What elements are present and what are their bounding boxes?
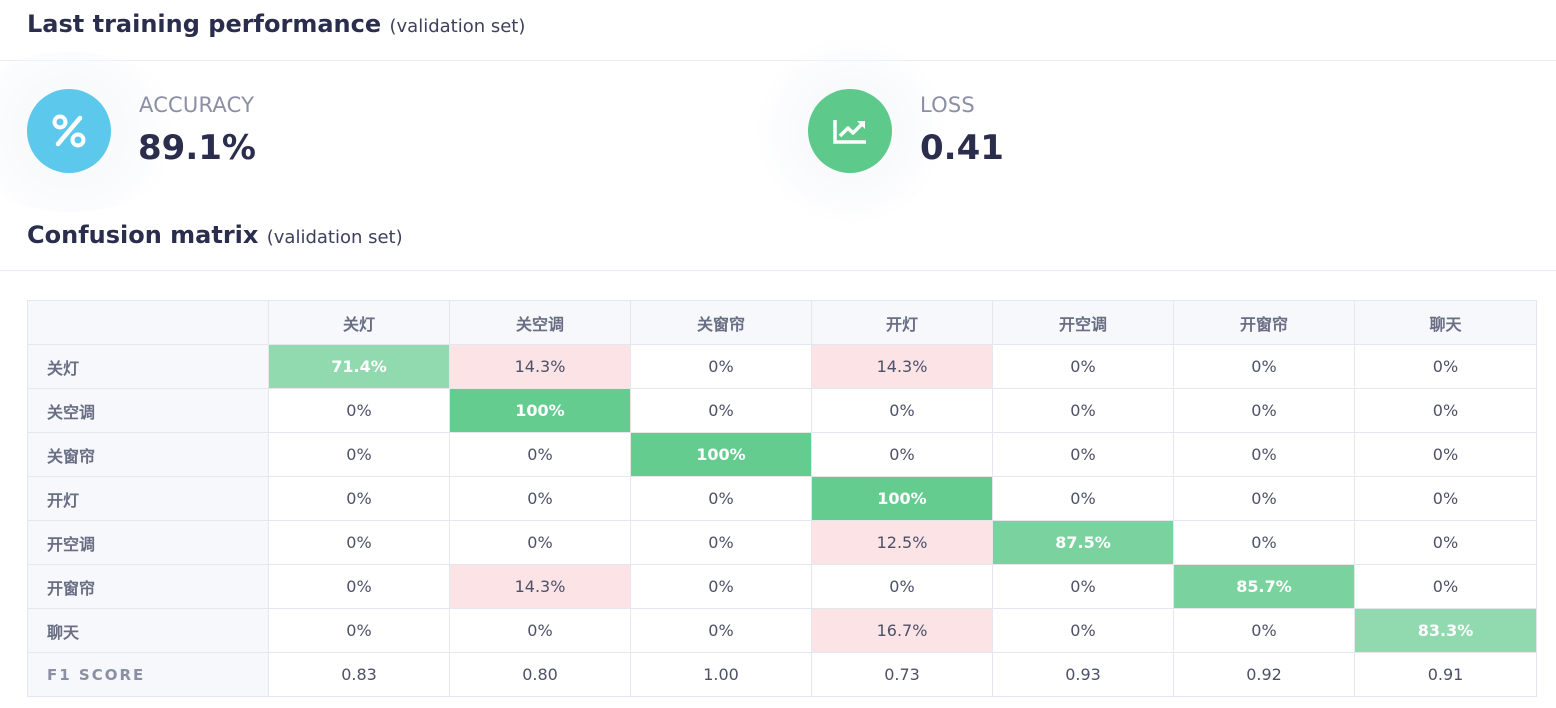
f1-score-cell: 0.80 (449, 652, 631, 697)
matrix-cell: 0% (630, 520, 812, 565)
f1-score-row: F1 SCORE 0.83 0.80 1.00 0.73 0.93 0.92 0… (27, 652, 1537, 697)
matrix-cell: 14.3% (811, 344, 993, 389)
matrix-cell: 0% (1354, 432, 1537, 477)
column-header: 开窗帘 (1173, 300, 1355, 345)
accuracy-value: 89.1% (138, 128, 256, 168)
matrix-cell: 0% (449, 608, 631, 653)
f1-score-cell: 0.91 (1354, 652, 1537, 697)
accuracy-badge (27, 89, 111, 173)
matrix-cell: 85.7% (1173, 564, 1355, 609)
column-header: 开空调 (992, 300, 1174, 345)
matrix-cell: 0% (630, 476, 812, 521)
matrix-cell: 0% (992, 564, 1174, 609)
performance-section-title: Last training performance (validation se… (27, 10, 525, 38)
percent-icon (52, 114, 86, 148)
matrix-cell: 0% (1354, 564, 1537, 609)
matrix-cell: 0% (630, 608, 812, 653)
row-header: 聊天 (27, 608, 269, 653)
matrix-cell: 0% (268, 520, 450, 565)
matrix-cell: 0% (992, 476, 1174, 521)
matrix-cell: 71.4% (268, 344, 450, 389)
column-header: 关灯 (268, 300, 450, 345)
confusion-section-title: Confusion matrix (validation set) (27, 221, 403, 249)
f1-score-label: F1 SCORE (27, 652, 269, 697)
confusion-divider (0, 270, 1556, 271)
matrix-cell: 0% (811, 564, 993, 609)
confusion-title: Confusion matrix (27, 221, 259, 249)
matrix-cell: 14.3% (449, 564, 631, 609)
f1-score-cell: 0.92 (1173, 652, 1355, 697)
matrix-header-row: 关灯 关空调 关窗帘 开灯 开空调 开窗帘 聊天 (27, 300, 1537, 345)
matrix-cell: 0% (1173, 476, 1355, 521)
matrix-cell: 0% (268, 564, 450, 609)
performance-title: Last training performance (27, 10, 382, 38)
matrix-cell: 0% (1173, 344, 1355, 389)
matrix-cell: 0% (1354, 344, 1537, 389)
loss-label: LOSS (920, 93, 975, 117)
row-header: 开空调 (27, 520, 269, 565)
performance-divider (0, 60, 1556, 61)
matrix-row: 开空调 0% 0% 0% 12.5% 87.5% 0% 0% (27, 520, 1537, 565)
matrix-cell: 100% (449, 388, 631, 433)
matrix-cell: 0% (811, 388, 993, 433)
f1-score-cell: 0.73 (811, 652, 993, 697)
f1-score-cell: 1.00 (630, 652, 812, 697)
matrix-cell: 0% (992, 344, 1174, 389)
matrix-cell: 83.3% (1354, 608, 1537, 653)
loss-value: 0.41 (920, 128, 1004, 168)
matrix-cell: 0% (268, 476, 450, 521)
matrix-row: 聊天 0% 0% 0% 16.7% 0% 0% 83.3% (27, 608, 1537, 653)
matrix-cell: 12.5% (811, 520, 993, 565)
matrix-row: 关窗帘 0% 0% 100% 0% 0% 0% 0% (27, 432, 1537, 477)
row-header: 关空调 (27, 388, 269, 433)
f1-score-cell: 0.93 (992, 652, 1174, 697)
matrix-cell: 0% (1354, 476, 1537, 521)
matrix-cell: 0% (449, 432, 631, 477)
matrix-cell: 0% (1354, 520, 1537, 565)
matrix-cell: 14.3% (449, 344, 631, 389)
matrix-cell: 0% (811, 432, 993, 477)
performance-subtitle: (validation set) (389, 16, 526, 37)
matrix-cell: 0% (1173, 432, 1355, 477)
column-header: 聊天 (1354, 300, 1537, 345)
matrix-row: 关空调 0% 100% 0% 0% 0% 0% 0% (27, 388, 1537, 433)
matrix-cell: 16.7% (811, 608, 993, 653)
matrix-cell: 0% (992, 388, 1174, 433)
confusion-subtitle: (validation set) (266, 227, 403, 248)
matrix-cell: 0% (992, 432, 1174, 477)
matrix-cell: 0% (630, 344, 812, 389)
matrix-cell: 0% (449, 476, 631, 521)
matrix-cell: 0% (449, 520, 631, 565)
trend-chart-icon (833, 120, 866, 144)
loss-badge (808, 89, 892, 173)
matrix-cell: 0% (1173, 388, 1355, 433)
matrix-cell: 0% (268, 608, 450, 653)
column-header: 开灯 (811, 300, 993, 345)
matrix-cell: 0% (1173, 520, 1355, 565)
column-header: 关空调 (449, 300, 631, 345)
accuracy-label: ACCURACY (139, 93, 255, 117)
matrix-corner-cell (27, 300, 269, 345)
row-header: 关窗帘 (27, 432, 269, 477)
f1-score-cell: 0.83 (268, 652, 450, 697)
matrix-cell: 0% (1173, 608, 1355, 653)
row-header: 开灯 (27, 476, 269, 521)
matrix-cell: 87.5% (992, 520, 1174, 565)
column-header: 关窗帘 (630, 300, 812, 345)
matrix-cell: 0% (992, 608, 1174, 653)
matrix-cell: 0% (1354, 388, 1537, 433)
matrix-cell: 0% (630, 564, 812, 609)
matrix-cell: 0% (268, 388, 450, 433)
matrix-cell: 100% (630, 432, 812, 477)
matrix-cell: 0% (630, 388, 812, 433)
confusion-matrix-table: 关灯 关空调 关窗帘 开灯 开空调 开窗帘 聊天 关灯 71.4% 14.3% … (27, 300, 1537, 697)
matrix-row: 关灯 71.4% 14.3% 0% 14.3% 0% 0% 0% (27, 344, 1537, 389)
matrix-row: 开窗帘 0% 14.3% 0% 0% 0% 85.7% 0% (27, 564, 1537, 609)
row-header: 开窗帘 (27, 564, 269, 609)
matrix-row: 开灯 0% 0% 0% 100% 0% 0% 0% (27, 476, 1537, 521)
matrix-cell: 0% (268, 432, 450, 477)
matrix-cell: 100% (811, 476, 993, 521)
row-header: 关灯 (27, 344, 269, 389)
